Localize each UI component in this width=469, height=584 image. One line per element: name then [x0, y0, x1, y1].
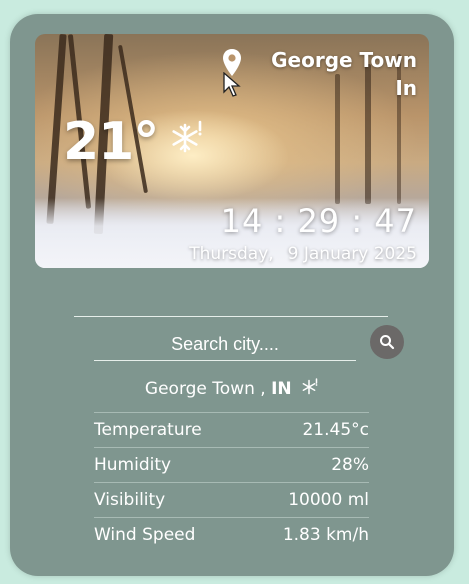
row-value: 1.83 km/h: [282, 525, 369, 545]
search-city-input[interactable]: [94, 328, 356, 361]
divider: [74, 316, 388, 317]
search-button[interactable]: [370, 325, 404, 359]
current-time: 14 : 29 : 47: [220, 202, 417, 240]
row-label: Wind Speed: [94, 525, 196, 545]
table-row: Wind Speed 1.83 km/h: [94, 517, 369, 552]
row-value: 10000 ml: [288, 490, 369, 510]
weather-card: George Town In 21° 14 : 29 : 47 Thursday…: [10, 14, 454, 576]
table-row: Visibility 10000 ml: [94, 482, 369, 517]
calendar-date: 9 January 2025: [287, 244, 417, 264]
mouse-cursor-icon: [223, 72, 241, 97]
current-date: Thursday, 9 January 2025: [189, 244, 417, 264]
info-location-heading: George Town , IN: [10, 378, 454, 399]
city-name: George Town: [271, 48, 417, 72]
row-value: 21.45°c: [302, 420, 369, 440]
row-label: Visibility: [94, 490, 166, 510]
info-country-code: IN: [271, 379, 292, 399]
current-temperature: 21°: [63, 112, 159, 172]
row-label: Humidity: [94, 455, 172, 475]
row-label: Temperature: [94, 420, 202, 440]
table-row: Humidity 28%: [94, 447, 369, 482]
location-label: George Town In: [271, 46, 417, 102]
weather-hero-panel: George Town In 21° 14 : 29 : 47 Thursday…: [35, 34, 429, 268]
table-row: Temperature 21.45°c: [94, 412, 369, 447]
weekday: Thursday,: [189, 244, 274, 264]
country-name: In: [395, 76, 417, 100]
snowflake-icon: [302, 378, 318, 395]
info-city-name: George Town ,: [144, 379, 266, 399]
weather-details-table: Temperature 21.45°c Humidity 28% Visibil…: [94, 412, 369, 552]
search-icon: [380, 335, 395, 350]
snowflake-icon: [172, 120, 202, 153]
row-value: 28%: [331, 455, 369, 475]
